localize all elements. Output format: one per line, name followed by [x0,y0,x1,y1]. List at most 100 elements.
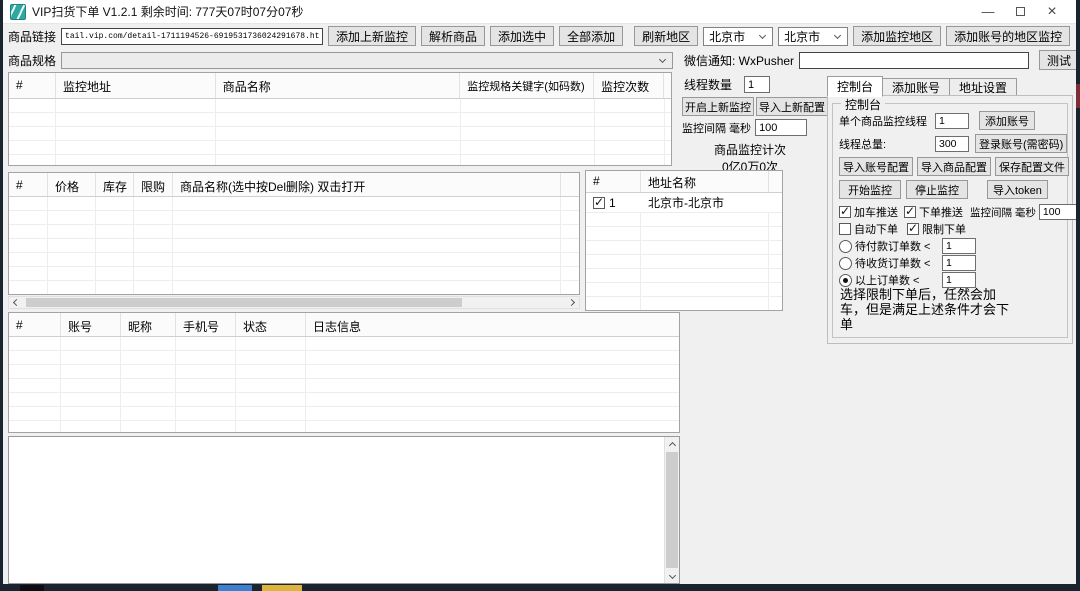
account-col-account[interactable]: 账号 [61,313,121,336]
login-account-button[interactable]: 登录账号(需密码) [975,134,1067,153]
window-controls: — × [972,0,1068,24]
product-spec-select[interactable] [61,52,673,69]
product-col-index[interactable]: # [9,173,48,196]
log-textarea[interactable] [8,436,680,584]
pending-payment-input[interactable] [942,238,976,254]
address-row[interactable]: 1 北京市-北京市 [586,193,782,213]
tab-console[interactable]: 控制台 [827,76,883,97]
console-tab-page: 控制台 单个商品监控线程 添加账号 线程总量: 登录账号(需密码) 导入账号配置… [827,95,1073,344]
start-new-monitor-button[interactable]: 开启上新监控 [682,97,754,116]
minimize-button[interactable]: — [972,0,1004,24]
account-col-index[interactable]: # [9,313,61,336]
chevron-left-icon [13,299,20,306]
address-row-checkbox[interactable] [593,197,605,209]
save-config-file-button[interactable]: 保存配置文件 [995,157,1069,176]
above-orders-label: 以上订单数 < [855,272,939,288]
window-title: VIP扫货下单 V1.2.1 剩余时间: 777天07时07分07秒 [32,3,303,20]
table-column [595,99,665,165]
vscrollbar-track[interactable] [665,451,679,569]
wechat-token-input[interactable] [799,52,1029,69]
pending-receipt-input[interactable] [942,255,976,271]
panel-interval-input[interactable] [1039,204,1077,220]
scroll-down-arrow[interactable] [665,569,679,583]
add-all-button[interactable]: 全部添加 [559,26,623,46]
monitor-col-keyword[interactable]: 监控规格关键字(如码数) [460,73,594,98]
account-table-body [9,337,679,432]
account-col-log[interactable]: 日志信息 [306,313,679,336]
above-orders-input[interactable] [942,272,976,288]
desktop-background: VIP扫货下单 V1.2.1 剩余时间: 777天07时07分07秒 — × 商… [0,0,1080,591]
cart-push-checkbox[interactable] [839,206,851,218]
chevron-up-icon [668,441,675,448]
log-vertical-scrollbar[interactable] [664,437,679,583]
test-button[interactable]: 测试 [1039,50,1079,70]
monitor-control-row: 开始监控 停止监控 导入token [839,180,1048,199]
parse-product-button[interactable]: 解析商品 [421,26,485,46]
product-col-price[interactable]: 价格 [48,173,96,196]
maximize-button[interactable] [1004,0,1036,24]
refresh-region-button[interactable]: 刷新地区 [634,26,698,46]
chevron-down-icon [759,31,766,38]
hscrollbar-thumb[interactable] [26,298,462,307]
vscrollbar-thumb[interactable] [666,452,678,568]
account-table-header: # 账号 昵称 手机号 状态 日志信息 [9,313,679,337]
add-monitor-region-button[interactable]: 添加监控地区 [853,26,941,46]
order-push-checkbox[interactable] [904,206,916,218]
single-thread-input[interactable] [935,113,969,129]
account-col-phone[interactable]: 手机号 [176,313,236,336]
product-link-input[interactable] [61,28,323,45]
add-selected-button[interactable]: 添加选中 [490,26,554,46]
import-token-button[interactable]: 导入token [987,180,1048,199]
monitor-col-count[interactable]: 监控次数 [594,73,664,98]
scroll-up-arrow[interactable] [665,437,679,451]
province-select[interactable]: 北京市 [703,27,773,46]
pending-payment-radio-row: 待付款订单数 < [839,238,976,254]
monitor-col-name[interactable]: 商品名称 [216,73,461,98]
address-col-index[interactable]: # [586,171,641,192]
account-col-nickname[interactable]: 昵称 [121,313,176,336]
config-buttons-row: 导入账号配置 导入商品配置 保存配置文件 [839,157,1069,176]
monitor-table: # 监控地址 商品名称 监控规格关键字(如码数) 监控次数 [8,72,672,166]
account-col-status[interactable]: 状态 [236,313,306,336]
pending-payment-radio[interactable] [839,240,852,253]
import-product-config-button[interactable]: 导入商品配置 [917,157,991,176]
monitor-col-url[interactable]: 监控地址 [56,73,216,98]
hscrollbar-track[interactable] [22,297,566,308]
above-orders-radio[interactable] [839,274,852,287]
stop-monitor-button[interactable]: 停止监控 [906,180,968,199]
scroll-right-arrow[interactable] [566,297,579,308]
product-col-stock[interactable]: 库存 [96,173,134,196]
total-threads-input[interactable] [935,136,969,152]
close-button[interactable]: × [1036,0,1068,24]
table-column [173,197,561,294]
city-select[interactable]: 北京市 [778,27,848,46]
monitor-interval-input[interactable] [755,119,807,136]
taskbar-icon-yellow [262,585,302,591]
account-table: # 账号 昵称 手机号 状态 日志信息 [8,312,680,433]
table-column [9,99,56,165]
product-col-name[interactable]: 商品名称(选中按Del删除) 双击打开 [173,173,561,196]
app-icon [10,4,26,20]
import-account-config-button[interactable]: 导入账号配置 [839,157,913,176]
auto-order-checkbox[interactable] [839,223,851,235]
scroll-left-arrow[interactable] [9,297,22,308]
monitor-col-index[interactable]: # [9,73,56,98]
monitor-interval-label: 监控间隔 毫秒 [682,120,751,136]
thread-count-input[interactable] [744,76,770,93]
import-new-config-button[interactable]: 导入上新配置 [756,97,828,116]
product-col-limit[interactable]: 限购 [134,173,173,196]
address-index-cell: 1 [586,193,641,212]
right-panel-tabs: 控制台 添加账号 地址设置 [827,76,1016,97]
horizontal-scrollbar[interactable] [8,296,580,309]
start-monitor-button[interactable]: 开始监控 [839,180,901,199]
limit-order-checkbox[interactable] [907,223,919,235]
pending-receipt-radio[interactable] [839,257,852,270]
add-account-button[interactable]: 添加账号 [979,111,1035,130]
table-column [236,337,306,432]
add-account-region-monitor-button[interactable]: 添加账号的地区监控 [946,26,1070,46]
table-column [56,99,216,165]
chevron-down-icon [834,31,841,38]
add-new-monitor-button[interactable]: 添加上新监控 [328,26,416,46]
table-column [9,197,48,294]
address-col-name[interactable]: 地址名称 [641,171,769,192]
